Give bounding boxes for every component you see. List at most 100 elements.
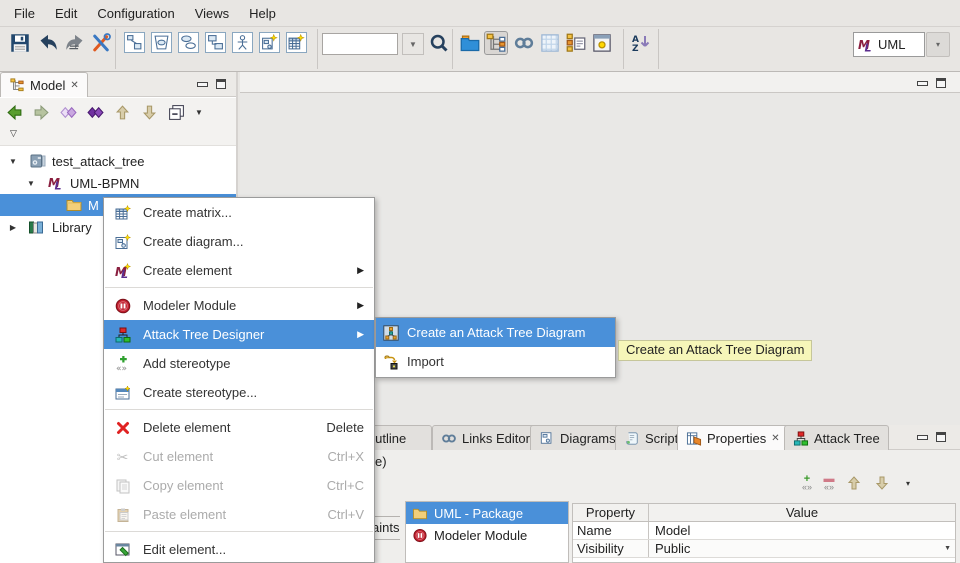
menu-file[interactable]: File <box>4 2 45 25</box>
grid-perspective-button[interactable] <box>538 31 562 55</box>
expander-icon[interactable]: ▼ <box>26 179 36 188</box>
open-perspective-button[interactable] <box>458 31 482 55</box>
search-input[interactable] <box>322 33 398 55</box>
expander-icon[interactable]: ▶ <box>8 223 18 232</box>
workbench-select[interactable]: ML UML <box>853 32 925 57</box>
menu-item-cut-element[interactable]: ✂ Cut element Ctrl+X <box>104 442 374 471</box>
dropdown-arrow-icon[interactable]: ▼ <box>944 545 951 552</box>
related-elements-icon[interactable] <box>60 104 77 121</box>
links-perspective-button[interactable] <box>512 31 536 55</box>
create-diagram-toolbar-button[interactable] <box>259 32 280 53</box>
list-item-uml-package[interactable]: UML - Package <box>406 502 568 524</box>
expander-icon[interactable]: ▼ <box>8 157 18 166</box>
menu-item-label: Attack Tree Designer <box>143 327 345 342</box>
tab-attack-tree[interactable]: Attack Tree <box>784 425 889 450</box>
view-menu-icon[interactable]: ▼ <box>195 108 203 117</box>
save-button[interactable] <box>8 31 32 55</box>
menu-item-label: Paste element <box>143 507 316 522</box>
value-cell[interactable]: Model <box>649 522 955 539</box>
menubar: File Edit Configuration Views Help <box>0 0 960 27</box>
add-stereotype-button[interactable]: + «» <box>796 475 818 491</box>
undo-button[interactable] <box>36 31 60 55</box>
workbench-dropdown-button[interactable]: ▾ <box>926 32 950 57</box>
menu-views[interactable]: Views <box>185 2 239 25</box>
tab-links-editor[interactable]: Links Editor <box>432 425 539 450</box>
search-history-dropdown[interactable]: ▼ <box>402 33 424 55</box>
property-cell: Visibility <box>573 540 649 557</box>
create-usecase-diagram-button[interactable] <box>151 32 172 53</box>
menu-configuration[interactable]: Configuration <box>87 2 184 25</box>
menu-item-delete-element[interactable]: Delete element Delete <box>104 413 374 442</box>
move-up-icon[interactable] <box>846 475 862 491</box>
menu-item-create-element[interactable]: ML Create element ▶ <box>104 256 374 285</box>
column-header-value[interactable]: Value <box>649 504 955 521</box>
navigate-forward-icon[interactable] <box>33 104 50 121</box>
create-composite-diagram-button[interactable] <box>205 32 226 53</box>
state-diagram-icon <box>180 34 197 51</box>
tooltip-text: Create an Attack Tree Diagram <box>626 342 804 357</box>
tab-model[interactable]: Model ✕ <box>0 72 88 97</box>
maximize-editor-icon[interactable] <box>936 78 946 88</box>
list-item-modeler-module[interactable]: Modeler Module <box>406 524 568 546</box>
menu-item-modeler-module[interactable]: Modeler Module ▶ <box>104 291 374 320</box>
menu-item-create-matrix[interactable]: Create matrix... <box>104 198 374 227</box>
project-icon <box>30 153 46 169</box>
linked-elements-icon[interactable] <box>87 104 104 121</box>
move-down-icon[interactable] <box>141 104 158 121</box>
menu-item-paste-element[interactable]: Paste element Ctrl+V <box>104 500 374 529</box>
menu-item-label: Create element <box>143 263 345 278</box>
create-class-diagram-button[interactable] <box>124 32 145 53</box>
view-menu-icon[interactable]: ▾ <box>906 479 910 488</box>
move-down-icon[interactable] <box>874 475 890 491</box>
maximize-panel-icon[interactable] <box>216 79 226 89</box>
menu-item-create-diagram[interactable]: Create diagram... <box>104 227 374 256</box>
value-cell[interactable]: Public▼ <box>649 540 955 557</box>
remove-stereotype-button[interactable]: ▬ «» <box>818 475 840 491</box>
model-perspective-button[interactable] <box>484 31 508 55</box>
maximize-panel-icon[interactable] <box>936 432 946 442</box>
tree-form-perspective-button[interactable] <box>564 31 588 55</box>
menu-help[interactable]: Help <box>239 2 286 25</box>
table-row-visibility[interactable]: Visibility Public▼ <box>573 540 955 558</box>
tree-item-uml-bpmn[interactable]: ▼ ML UML-BPMN <box>0 172 236 194</box>
redo-button[interactable] <box>63 31 87 55</box>
menu-item-import[interactable]: Import <box>376 347 615 376</box>
move-up-icon[interactable] <box>114 104 131 121</box>
create-state-diagram-button[interactable] <box>178 32 199 53</box>
modelio-logo-icon: ML <box>48 175 64 191</box>
attack-tree-icon <box>793 431 809 446</box>
constraints-tab-fragment[interactable]: aints <box>372 516 400 540</box>
minimize-panel-icon[interactable] <box>197 82 208 87</box>
macros-button[interactable]: AZ <box>629 31 653 55</box>
menu-edit[interactable]: Edit <box>45 2 87 25</box>
close-icon[interactable]: ✕ <box>771 433 779 444</box>
minimize-editor-icon[interactable] <box>917 81 928 86</box>
expand-chevron-icon[interactable]: ▽ <box>10 128 17 139</box>
close-icon[interactable]: ✕ <box>70 80 78 91</box>
list-item-label: UML - Package <box>434 506 523 521</box>
menu-item-edit-element[interactable]: Edit element... <box>104 535 374 563</box>
tree-item-project[interactable]: ▼ test_attack_tree <box>0 150 236 172</box>
minimize-panel-icon[interactable] <box>917 435 928 440</box>
list-item-label: Modeler Module <box>434 528 527 543</box>
menu-item-create-attack-tree-diagram[interactable]: Create an Attack Tree Diagram <box>376 318 615 347</box>
create-matrix-icon <box>114 204 131 221</box>
tab-diagrams[interactable]: Diagrams <box>530 425 625 450</box>
window-perspective-button[interactable] <box>590 31 614 55</box>
search-button[interactable] <box>427 31 451 55</box>
tab-properties-selected[interactable]: Properties ✕ <box>677 425 789 450</box>
menu-item-add-stereotype[interactable]: «» Add stereotype <box>104 349 374 378</box>
table-row-name[interactable]: Name Model <box>573 522 955 540</box>
menu-item-create-stereotype[interactable]: Create stereotype... <box>104 378 374 407</box>
collapse-all-icon[interactable] <box>168 104 185 121</box>
menu-item-copy-element[interactable]: Copy element Ctrl+C <box>104 471 374 500</box>
configure-tools-button[interactable] <box>89 31 113 55</box>
menu-item-attack-tree-designer[interactable]: Attack Tree Designer ▶ <box>104 320 374 349</box>
tab-model-label: Model <box>30 78 65 93</box>
column-header-property[interactable]: Property <box>573 504 649 521</box>
navigate-back-icon[interactable] <box>6 104 23 121</box>
create-matrix-toolbar-button[interactable] <box>286 32 307 53</box>
usecase-diagram-icon <box>153 34 170 51</box>
create-actor-diagram-button[interactable] <box>232 32 253 53</box>
model-panel-tabbar: Model ✕ <box>0 72 236 97</box>
